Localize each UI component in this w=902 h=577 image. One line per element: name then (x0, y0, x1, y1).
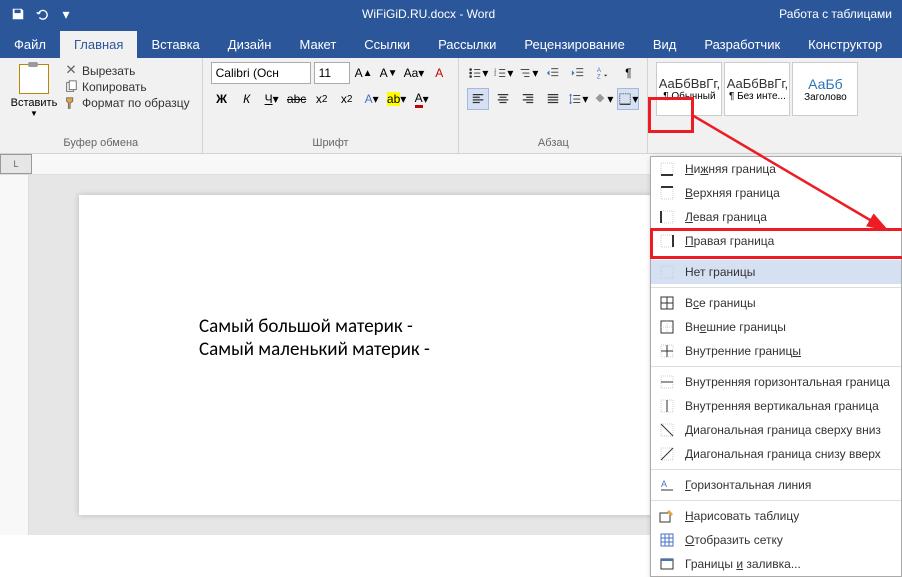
sort-button[interactable]: AZ (592, 62, 614, 84)
tab-table-design[interactable]: Конструктор (794, 31, 896, 58)
border-top-item[interactable]: Верхняя граница (651, 181, 901, 205)
ruler-corner[interactable]: L (0, 154, 32, 174)
group-label-clipboard: Буфер обмена (8, 137, 194, 151)
dropdown-separator (651, 500, 901, 501)
border-none-item[interactable]: Нет границы (651, 260, 901, 284)
decrease-indent-button[interactable] (542, 62, 564, 84)
tab-table-layout[interactable]: Ма (896, 31, 902, 58)
shrink-font-button[interactable]: A▼ (378, 62, 400, 84)
svg-text:Z: Z (597, 73, 601, 80)
border-inside-item[interactable]: Внутренние границы (651, 339, 901, 363)
border-right-item[interactable]: Правая граница (651, 229, 901, 253)
tab-layout[interactable]: Макет (285, 31, 350, 58)
style-normal[interactable]: АаБбВвГг,¶ Обычный (656, 62, 722, 116)
style-no-spacing[interactable]: АаБбВвГг,¶ Без инте... (724, 62, 790, 116)
draw-table-item[interactable]: Нарисовать таблицу (651, 504, 901, 528)
align-left-button[interactable] (467, 88, 489, 110)
qat-customize-button[interactable]: ▾ (54, 2, 78, 26)
paste-button[interactable]: Вставить ▼ (8, 62, 60, 120)
clipboard-items: Вырезать Копировать Формат по образцу (60, 62, 194, 120)
text-effects-button[interactable]: A▾ (361, 88, 383, 110)
save-button[interactable] (6, 2, 30, 26)
border-diag-up-item[interactable]: Диагональная граница снизу вверх (651, 442, 901, 466)
align-center-button[interactable] (492, 88, 514, 110)
format-painter-button[interactable]: Формат по образцу (64, 96, 190, 110)
border-inside-v-item[interactable]: Внутренняя вертикальная граница (651, 394, 901, 418)
tab-developer[interactable]: Разработчик (690, 31, 794, 58)
border-diag-down-item[interactable]: Диагональная граница сверху вниз (651, 418, 901, 442)
copy-button[interactable]: Копировать (64, 80, 190, 94)
tab-view[interactable]: Вид (639, 31, 691, 58)
paste-icon (19, 64, 49, 94)
dropdown-separator (651, 256, 901, 257)
group-paragraph: ▾ 12▾ ▾ AZ ¶ ▾ ▾ ▾ Абзац (459, 58, 648, 153)
font-color-button[interactable]: A▾ (411, 88, 433, 110)
bold-button[interactable]: Ж (211, 88, 233, 110)
border-outside-item[interactable]: Внешние границы (651, 315, 901, 339)
strikethrough-button[interactable]: abc (286, 88, 308, 110)
group-label-font: Шрифт (211, 137, 451, 151)
group-font: Calibri (Осн 11 A▲ A▼ Aa▾ A Ж К Ч▾ abc x… (203, 58, 460, 153)
tab-insert[interactable]: Вставка (137, 31, 213, 58)
dropdown-separator (651, 287, 901, 288)
dropdown-separator (651, 469, 901, 470)
svg-text:2: 2 (494, 72, 497, 77)
multilevel-list-button[interactable]: ▾ (517, 62, 539, 84)
style-heading1[interactable]: АаБбЗаголово (792, 62, 858, 116)
underline-button[interactable]: Ч▾ (261, 88, 283, 110)
view-gridlines-item[interactable]: Отобразить сетку (651, 528, 901, 552)
italic-button[interactable]: К (236, 88, 258, 110)
line-spacing-button[interactable]: ▾ (567, 88, 589, 110)
show-marks-button[interactable]: ¶ (617, 62, 639, 84)
border-bottom-item[interactable]: Нижняя граница (651, 157, 901, 181)
tab-references[interactable]: Ссылки (350, 31, 424, 58)
group-label-paragraph: Абзац (467, 137, 639, 151)
increase-indent-button[interactable] (567, 62, 589, 84)
highlight-button[interactable]: ab▾ (386, 88, 408, 110)
quick-access-toolbar: ▾ (0, 2, 78, 26)
superscript-button[interactable]: x2 (336, 88, 358, 110)
justify-button[interactable] (542, 88, 564, 110)
border-left-item[interactable]: Левая граница (651, 205, 901, 229)
tab-mailings[interactable]: Рассылки (424, 31, 510, 58)
undo-button[interactable] (30, 2, 54, 26)
cut-button[interactable]: Вырезать (64, 64, 190, 78)
borders-dialog-item[interactable]: Границы и заливка... (651, 552, 901, 576)
svg-text:A: A (661, 479, 667, 489)
title-bar: ▾ WiFiGiD.RU.docx - Word Работа с таблиц… (0, 0, 902, 28)
shading-button[interactable]: ▾ (592, 88, 614, 110)
ruler-vertical[interactable] (0, 175, 29, 535)
borders-dropdown: Нижняя граница Верхняя граница Левая гра… (650, 156, 902, 577)
subscript-button[interactable]: x2 (311, 88, 333, 110)
bullets-button[interactable]: ▾ (467, 62, 489, 84)
border-all-item[interactable]: Все границы (651, 291, 901, 315)
border-inside-h-item[interactable]: Внутренняя горизонтальная граница (651, 370, 901, 394)
window-title: WiFiGiD.RU.docx - Word (78, 7, 779, 21)
align-right-button[interactable] (517, 88, 539, 110)
group-clipboard: Вставить ▼ Вырезать Копировать Формат по… (0, 58, 203, 153)
ribbon: Вставить ▼ Вырезать Копировать Формат по… (0, 58, 902, 154)
tab-home[interactable]: Главная (60, 31, 137, 58)
horizontal-line-item[interactable]: AГоризонтальная линия (651, 473, 901, 497)
chevron-down-icon: ▼ (30, 109, 38, 118)
clear-formatting-button[interactable]: A (428, 62, 450, 84)
dropdown-separator (651, 366, 901, 367)
context-tab-label: Работа с таблицами (779, 7, 902, 21)
font-size-combo[interactable]: 11 (314, 62, 350, 84)
ribbon-tabs: Файл Главная Вставка Дизайн Макет Ссылки… (0, 28, 902, 58)
tab-design[interactable]: Дизайн (214, 31, 286, 58)
change-case-button[interactable]: Aa▾ (403, 62, 426, 84)
group-styles: АаБбВвГг,¶ Обычный АаБбВвГг,¶ Без инте..… (648, 58, 866, 153)
borders-button[interactable]: ▾ (617, 88, 639, 110)
tab-file[interactable]: Файл (0, 31, 60, 58)
numbering-button[interactable]: 12▾ (492, 62, 514, 84)
font-name-combo[interactable]: Calibri (Осн (211, 62, 311, 84)
grow-font-button[interactable]: A▲ (353, 62, 375, 84)
tab-review[interactable]: Рецензирование (510, 31, 638, 58)
